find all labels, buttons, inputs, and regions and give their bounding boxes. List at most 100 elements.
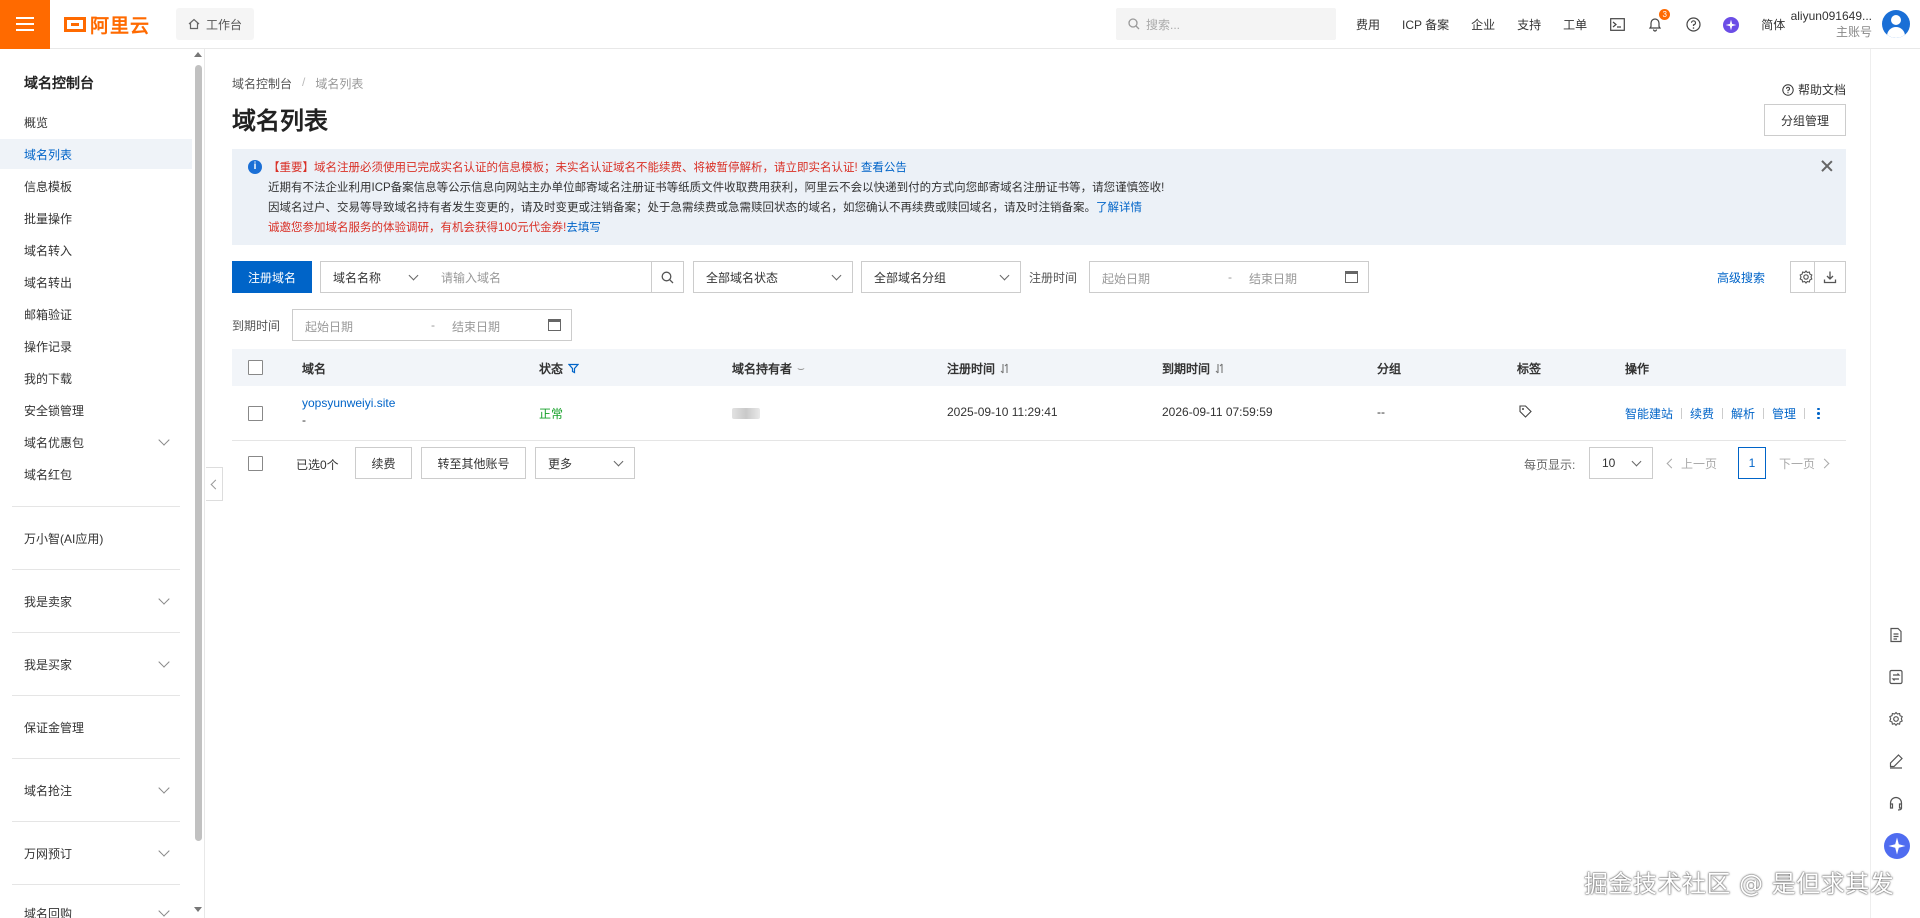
- help-label: 帮助文档: [1797, 83, 1846, 97]
- chevron-down-icon: [158, 593, 170, 605]
- scroll-up-arrow-icon[interactable]: [194, 52, 202, 57]
- eye-off-icon[interactable]: ⌣: [797, 361, 805, 376]
- more-select[interactable]: 更多: [535, 447, 635, 479]
- sidebar-item-transfer-in[interactable]: 域名转入: [0, 235, 192, 265]
- register-domain-button[interactable]: 注册域名: [232, 261, 312, 293]
- breadcrumb-item-console[interactable]: 域名控制台: [232, 75, 292, 92]
- fill-survey-link[interactable]: 去填写: [566, 222, 601, 234]
- view-announcement-link[interactable]: 查看公告: [861, 162, 907, 174]
- sidebar-item-downloads[interactable]: 我的下载: [0, 363, 192, 393]
- sidebar-item-red-packet[interactable]: 域名红包: [0, 459, 192, 489]
- sidebar-item-seller[interactable]: 我是卖家: [0, 586, 192, 616]
- expire-time-range[interactable]: 起始日期 - 结束日期: [292, 309, 572, 341]
- collapse-sidebar-button[interactable]: [206, 467, 223, 501]
- sidebar-item-email-verify[interactable]: 邮箱验证: [0, 299, 192, 329]
- sidebar-item-label: 邮箱验证: [24, 307, 73, 322]
- divider: [12, 695, 180, 696]
- link-enterprise[interactable]: 企业: [1471, 16, 1495, 33]
- export-button[interactable]: [1814, 261, 1846, 293]
- chevron-left-icon: [1666, 458, 1677, 468]
- help-icon[interactable]: [1685, 17, 1701, 33]
- sidebar-scrollbar[interactable]: [195, 65, 202, 841]
- field-select[interactable]: 域名名称: [320, 261, 430, 293]
- page-size-value: 10: [1602, 456, 1616, 470]
- col-holder: 域名持有者 ⌣: [732, 360, 805, 377]
- sidebar-item-reserve[interactable]: 万网预订: [0, 838, 192, 868]
- menu-icon[interactable]: [0, 0, 50, 49]
- aliyun-logo[interactable]: 阿里云: [64, 11, 150, 38]
- search-button[interactable]: [652, 261, 684, 293]
- global-search-input[interactable]: 搜索...: [1116, 8, 1336, 40]
- language-switch[interactable]: 简体: [1761, 16, 1785, 33]
- col-tag-label: 标签: [1517, 362, 1542, 376]
- avatar[interactable]: [1882, 10, 1910, 38]
- sidebar-item-security-lock[interactable]: 安全锁管理: [0, 395, 192, 425]
- settings-icon[interactable]: [1888, 711, 1904, 727]
- help-docs-link[interactable]: 帮助文档: [1782, 81, 1846, 98]
- bell-icon[interactable]: 3: [1647, 8, 1671, 33]
- dns-resolve-link[interactable]: 解析: [1731, 405, 1755, 422]
- link-ticket[interactable]: 工单: [1563, 16, 1587, 33]
- col-actions-label: 操作: [1625, 362, 1650, 376]
- swap-icon[interactable]: [1888, 669, 1904, 685]
- user-account[interactable]: aliyun091649... 主账号: [1791, 8, 1872, 40]
- sidebar-item-deposit[interactable]: 保证金管理: [0, 712, 192, 742]
- close-icon[interactable]: [1820, 159, 1834, 173]
- sidebar-item-label: 域名回购: [24, 906, 73, 918]
- headset-icon[interactable]: [1888, 795, 1904, 811]
- batch-renew-button[interactable]: 续费: [355, 447, 412, 479]
- ai-assistant-icon[interactable]: [1884, 833, 1910, 859]
- footer-select-all-checkbox[interactable]: [248, 456, 263, 471]
- sidebar-item-ai-app[interactable]: 万小智(AI应用): [0, 523, 192, 553]
- select-all-checkbox[interactable]: [248, 360, 263, 375]
- scroll-down-arrow-icon[interactable]: [194, 907, 202, 912]
- more-actions-icon[interactable]: [1817, 407, 1820, 420]
- page-1-button[interactable]: 1: [1738, 447, 1766, 479]
- chevron-down-icon: [831, 270, 842, 281]
- sidebar-item-snapup[interactable]: 域名抢注: [0, 775, 192, 805]
- group-select-value: 全部域名分组: [874, 270, 947, 285]
- manage-link[interactable]: 管理: [1772, 405, 1796, 422]
- link-icp[interactable]: ICP 备案: [1402, 16, 1449, 33]
- col-domain-label: 域名: [302, 362, 327, 376]
- workbench-button[interactable]: 工作台: [176, 8, 255, 40]
- row-checkbox[interactable]: [248, 406, 263, 421]
- user-name: aliyun091649...: [1790, 9, 1872, 23]
- prev-page-button[interactable]: 上一页: [1666, 447, 1718, 479]
- renew-link[interactable]: 续费: [1690, 405, 1714, 422]
- group-select[interactable]: 全部域名分组: [861, 261, 1021, 293]
- document-icon[interactable]: [1888, 627, 1904, 643]
- transfer-account-button[interactable]: 转至其他账号: [421, 447, 526, 479]
- filter-icon[interactable]: [568, 363, 580, 374]
- sidebar-item-buyer[interactable]: 我是买家: [0, 649, 192, 679]
- group-manage-button[interactable]: 分组管理: [1764, 104, 1846, 136]
- ai-assistant-icon[interactable]: [1723, 16, 1740, 33]
- sort-icon[interactable]: [1000, 363, 1010, 374]
- sidebar-item-transfer-out[interactable]: 域名转出: [0, 267, 192, 297]
- prev-label: 上一页: [1681, 456, 1718, 471]
- sidebar-item-batch[interactable]: 批量操作: [0, 203, 192, 233]
- sidebar-item-domain-list[interactable]: 域名列表: [0, 139, 192, 169]
- reg-time-range[interactable]: 起始日期 - 结束日期: [1089, 261, 1369, 293]
- tag-icon[interactable]: [1519, 405, 1532, 421]
- link-billing[interactable]: 费用: [1356, 16, 1380, 33]
- edit-icon[interactable]: [1888, 753, 1904, 769]
- sidebar-item-operation-log[interactable]: 操作记录: [0, 331, 192, 361]
- sidebar-item-buyback[interactable]: 域名回购: [0, 898, 192, 918]
- sidebar-item-overview[interactable]: 概览: [0, 107, 192, 137]
- sidebar: 域名控制台 概览 域名列表 信息模板 批量操作 域名转入 域名转出 邮箱验证 操…: [0, 49, 205, 918]
- advanced-search-link[interactable]: 高级搜索: [1717, 261, 1765, 293]
- domain-search-input[interactable]: 请输入域名: [429, 261, 652, 293]
- terminal-icon[interactable]: [1609, 17, 1625, 33]
- domain-link[interactable]: yopsyunweiyi.site: [302, 396, 395, 410]
- smart-site-link[interactable]: 智能建站: [1625, 405, 1673, 422]
- sort-icon[interactable]: [1215, 363, 1225, 374]
- sidebar-item-discount-pack[interactable]: 域名优惠包: [0, 427, 192, 457]
- learn-more-link[interactable]: 了解详情: [1096, 202, 1142, 214]
- sidebar-item-info-template[interactable]: 信息模板: [0, 171, 192, 201]
- page-size-select[interactable]: 10: [1589, 447, 1653, 479]
- next-page-button[interactable]: 下一页: [1779, 447, 1830, 479]
- link-support[interactable]: 支持: [1517, 16, 1541, 33]
- row-actions: 智能建站 续费 解析 管理: [1625, 405, 1820, 422]
- status-select[interactable]: 全部域名状态: [693, 261, 853, 293]
